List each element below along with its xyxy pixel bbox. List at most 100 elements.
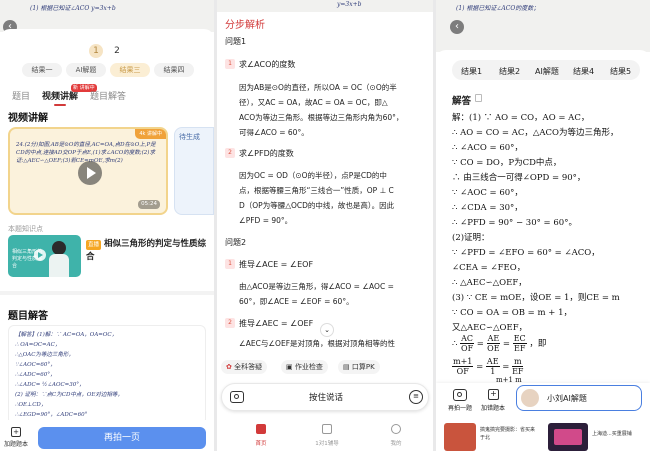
chip-icon: ▤ xyxy=(343,363,352,371)
lesson-play-icon[interactable] xyxy=(34,249,46,261)
right-panel: (1) 根据已知证∠ACO的度数； ‹ 结果1 结果2 AI解题 结果4 结果5… xyxy=(436,0,650,451)
result-chip-1[interactable]: 结果一 xyxy=(22,63,62,77)
back-icon[interactable]: ‹ xyxy=(450,20,464,34)
paper-photo-strip: (1) 根据已知证∠ACO y=3x+b xyxy=(0,0,214,32)
profile-icon[interactable] xyxy=(391,424,401,434)
ai-button-label: 小刘AI解题 xyxy=(547,394,587,403)
tab-answer[interactable]: 题目解答 xyxy=(90,89,126,102)
step-number: 1 xyxy=(225,259,235,269)
fraction: m EF xyxy=(512,357,524,376)
step-1-line: 因为AB是⊙O的直径，所以OA = OC（⊙O的半 xyxy=(239,83,397,92)
step-number: 2 xyxy=(225,318,235,328)
step-4-heading: 推导∠AEC = ∠OEF xyxy=(239,319,314,328)
video-card[interactable]: 4k 讲解中 24.(2分)如图,AB是⊙O的直径,AC=OA,点D在⊙O上,P… xyxy=(8,127,168,215)
page-indicator-current[interactable]: 1 xyxy=(89,44,103,58)
step-2-line: 点，根据等腰三角形“三线合一”性质，OP ⊥ C xyxy=(239,186,394,195)
solution-line: 解：(1) ∵ AO = CO，AO = AC， xyxy=(452,113,590,123)
result-chip-4[interactable]: 结果四 xyxy=(154,63,194,77)
step-2-line: D（OP为等腰△OCD的中线，故也是高）。因此 xyxy=(239,201,395,210)
side-card-label: 待生成 xyxy=(179,133,200,141)
play-icon[interactable] xyxy=(78,161,102,185)
solution-line: ∴ ∠CDA = 30°， xyxy=(452,203,523,213)
add-book-button[interactable]: 加错题本 xyxy=(481,403,505,412)
lesson-title[interactable]: 相似三角形的判定与性质综合 xyxy=(86,238,206,264)
tab-ai[interactable]: AI解题 xyxy=(535,66,559,77)
step-4-line: ∠AEC与∠OEF是对顶角，根据对顶角相等的性 xyxy=(239,339,396,348)
nav-home[interactable]: 首页 xyxy=(246,439,276,447)
result-chip-3[interactable]: 结果三 xyxy=(110,63,150,77)
lesson-thumbnail[interactable]: 相似三角形的判定与性质综合 xyxy=(8,235,81,277)
step-number: 2 xyxy=(225,148,235,158)
fraction: AC OF xyxy=(460,334,475,353)
chip-homework[interactable]: ▣ 作业检查 xyxy=(281,360,328,374)
ad-text[interactable]: 搞鬼搞完要摄影：省买来于北 xyxy=(480,426,538,442)
solution-line: ∴ 由三线合一可得∠OPD = 90°， xyxy=(452,173,586,183)
answer-card: 【解答】(1)解：∵ AC=OA，OA=OC， ∴ OA=OC=AC， ∴△OA… xyxy=(8,325,206,425)
step-3-heading: 推导∠ACE = ∠EOF xyxy=(239,260,314,269)
answer-line: ∵∠AOC=60°， xyxy=(15,362,56,368)
step-3-line: 由△ACO是等边三角形，得∠ACO = ∠AOC = xyxy=(239,282,394,291)
tutoring-icon[interactable] xyxy=(322,424,332,434)
divider xyxy=(0,291,214,295)
home-icon[interactable] xyxy=(256,424,266,434)
hold-to-speak[interactable]: 按住说话 xyxy=(222,391,430,403)
answer-line: ∴ OA=OC=AC， xyxy=(15,342,61,348)
answer-line: ∴∠EGD=90°，∠ADC=60° xyxy=(15,412,88,418)
paper-text: y=3x+b xyxy=(337,1,362,8)
chip-qa[interactable]: ✿ 全科答疑 xyxy=(221,360,268,374)
solution-line: ∴ ∠ACO = 60°， xyxy=(452,143,523,153)
tab-result-5[interactable]: 结果5 xyxy=(610,66,631,77)
nav-tutoring[interactable]: 1对1辅导 xyxy=(312,439,342,447)
result-chip-ai[interactable]: AI解题 xyxy=(66,63,106,77)
input-bar[interactable]: 按住说话 ≡ xyxy=(221,383,429,411)
solution-line: ∵ ∠PFD = ∠EFO = 60° = ∠ACO， xyxy=(452,248,600,258)
solution-line: 又△AEC∽△OEF， xyxy=(452,323,528,333)
page-title: 分步解析 xyxy=(225,20,265,31)
menu-icon[interactable]: ≡ xyxy=(409,390,423,404)
nav-me[interactable]: 我的 xyxy=(381,439,411,447)
answer-line: ∴△OAC为等边三角形， xyxy=(15,352,74,358)
fraction: AE OE xyxy=(486,334,501,353)
paper-photo-strip: (1) 根据已知证∠ACO的度数； xyxy=(436,0,650,52)
add-book-icon[interactable]: + xyxy=(11,427,21,437)
add-book-icon[interactable]: + xyxy=(488,389,499,400)
retake-button[interactable]: 再拍一页 xyxy=(38,427,206,449)
question-2-label: 问题2 xyxy=(225,238,247,247)
step-2-heading: 求∠PFD的度数 xyxy=(239,149,294,158)
ad-thumbnail[interactable] xyxy=(548,423,588,451)
fraction: AE 1 xyxy=(485,357,500,376)
solution-line: ∠CEA = ∠FEO， xyxy=(452,263,526,273)
teacher-avatar xyxy=(52,241,66,255)
copy-icon[interactable] xyxy=(475,94,482,102)
side-video-card[interactable]: 待生成 xyxy=(174,127,214,215)
chevron-down-icon[interactable]: ⌄ xyxy=(320,323,334,337)
solution-line: (3) ∵ CE = mOE，设OE = 1，则CE = m xyxy=(452,293,620,303)
answer-title: 解答 xyxy=(452,96,472,107)
question-1-label: 问题1 xyxy=(225,37,247,46)
step-1-line: 径），又AC = OA，故AC = OA = OC，即△ xyxy=(239,98,388,107)
fraction: EC EF xyxy=(512,334,527,353)
solution-line: ∵ CO = OA = OB = m + 1， xyxy=(452,308,572,318)
answer-line: (2) 证明：∵点C为CD中点，OE对边相等， xyxy=(15,392,123,398)
tab-question[interactable]: 题目 xyxy=(12,89,30,102)
teacher-body xyxy=(49,254,69,277)
tab-result-4[interactable]: 结果4 xyxy=(573,66,594,77)
tab-result-2[interactable]: 结果2 xyxy=(499,66,520,77)
paper-text: (1) 根据已知证∠ACO的度数； xyxy=(456,5,540,12)
ad-text[interactable]: 上海迪...买重展铺 xyxy=(592,430,646,438)
retake-button[interactable]: 再拍一题 xyxy=(448,403,472,412)
step-number: 1 xyxy=(225,59,235,69)
solution-line: ∵ ∠AOC = 60°， xyxy=(452,188,523,198)
answer-line: ∴OE⊥CD， xyxy=(15,402,47,408)
tab-result-1[interactable]: 结果1 xyxy=(461,66,482,77)
step-1-line: ACO为等边三角形。根据等边三角形内角为60°， xyxy=(239,113,404,122)
chip-icon: ▣ xyxy=(286,363,295,371)
add-book-button[interactable]: 加题题本 xyxy=(4,439,28,448)
page-indicator-next[interactable]: 2 xyxy=(110,44,124,58)
paper-photo-strip: y=3x+b xyxy=(217,0,433,12)
answer-line: ∴∠ADC=60°， xyxy=(15,372,56,378)
camera-icon[interactable] xyxy=(453,389,467,401)
ad-thumbnail[interactable] xyxy=(444,423,476,451)
ai-solve-button[interactable]: 小刘AI解题 xyxy=(516,385,642,411)
chip-oral[interactable]: ▤ 口算PK xyxy=(338,360,380,374)
